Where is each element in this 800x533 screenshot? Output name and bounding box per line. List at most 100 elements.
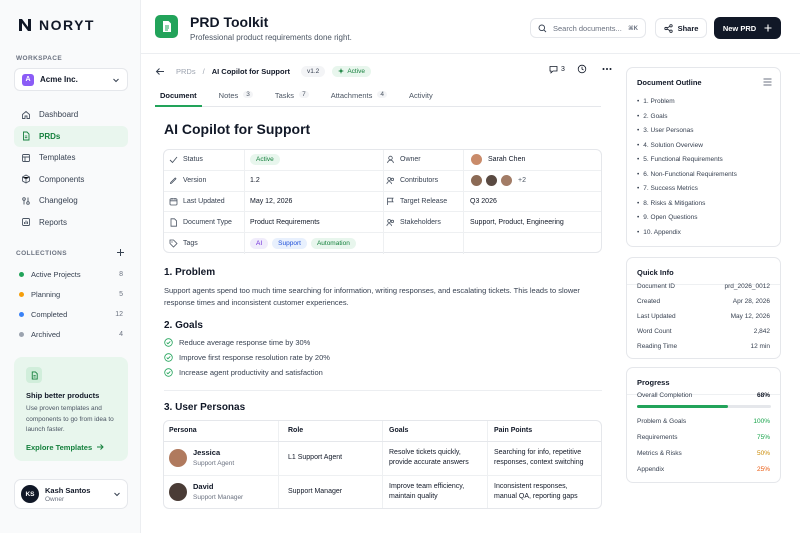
collection-item[interactable]: Archived 4	[14, 324, 128, 344]
persona-name: David	[193, 481, 214, 491]
collection-item[interactable]: Active Projects 8	[14, 264, 128, 284]
outline-item[interactable]: • 5. Functional Requirements	[637, 156, 723, 163]
tab-notes[interactable]: Notes 3	[214, 88, 258, 107]
persona-subtitle: Support Agent	[193, 459, 235, 467]
search-input[interactable]: Search documents... ⌘K	[530, 18, 646, 38]
tag-chip[interactable]: AI	[250, 238, 269, 250]
sidebar-item-reports[interactable]: Reports	[14, 212, 128, 234]
add-collection-icon[interactable]	[116, 248, 125, 257]
share-button[interactable]: Share	[655, 18, 707, 38]
users-icon	[386, 176, 395, 185]
document-icon	[169, 218, 178, 227]
flag-icon	[386, 197, 395, 206]
outline-label: 8. Risks & Mitigations	[643, 199, 706, 207]
outline-label: 6. Non-Functional Requirements	[643, 170, 737, 178]
more-icon[interactable]	[602, 67, 612, 71]
goals-heading: 2. Goals	[164, 320, 203, 331]
user-menu[interactable]: KS Kash Santos Owner	[14, 479, 128, 509]
collection-count: 5	[119, 290, 123, 298]
share-label: Share	[677, 23, 699, 33]
outline-item[interactable]: • 10. Appendix	[637, 229, 681, 236]
document-outline-panel: Document Outline • 1. Problem • 2. Goals •…	[626, 67, 781, 247]
status-badge[interactable]: Active	[250, 154, 280, 166]
sidebar-item-changelog[interactable]: Changelog	[14, 190, 128, 212]
sidebar-item-templates[interactable]: Templates	[14, 147, 128, 169]
progress-label: Metrics & Risks	[637, 450, 682, 457]
persona-pain-points: Inconsistent responses,	[494, 483, 568, 491]
tab-activity[interactable]: Activity	[404, 88, 438, 107]
property-row: Version 1.2 Contributors +2	[164, 171, 601, 192]
table-row[interactable]: David Support Manager Support Manager Imp…	[164, 476, 601, 509]
outline-item[interactable]: • 4. Solution Overview	[637, 142, 703, 149]
table-row[interactable]: Jessica Support Agent L1 Support Agent Re…	[164, 442, 601, 476]
goal-text: Improve first response resolution rate b…	[179, 353, 330, 362]
promo-title: Ship better products	[26, 391, 100, 400]
owner-property: Owner	[386, 150, 421, 170]
progress-label: Requirements	[637, 434, 678, 441]
tab-count: 4	[377, 91, 387, 98]
workspace-selector[interactable]: A Acme Inc.	[14, 68, 128, 91]
info-row: Created Apr 28, 2026	[637, 298, 770, 305]
type-property: Document Type	[169, 212, 232, 232]
tab-label: Notes	[218, 91, 239, 100]
owner-value[interactable]: Sarah Chen	[470, 150, 525, 170]
sidebar-item-dashboard[interactable]: Dashboard	[14, 104, 128, 126]
sidebar-item-components[interactable]: Components	[14, 169, 128, 191]
progress-value: 68%	[756, 392, 770, 399]
progress-bar-fill	[637, 405, 729, 408]
brand-logo[interactable]: NORYT	[18, 17, 95, 33]
status-label: Active	[347, 67, 366, 75]
sidebar-item-label: PRDs	[39, 131, 61, 141]
users-icon	[386, 218, 395, 227]
property-row: Status Active Owner Sarah Chen	[164, 150, 601, 171]
progress-label: Overall Completion	[637, 392, 693, 399]
list-icon[interactable]	[763, 78, 772, 86]
comment-count: 3	[561, 65, 565, 73]
tab-tasks[interactable]: Tasks 7	[270, 88, 314, 107]
tag-chip[interactable]: Automation	[310, 238, 356, 250]
explore-templates-link[interactable]: Explore Templates	[26, 443, 116, 452]
column-header: Goals	[389, 427, 409, 434]
tab-attachments[interactable]: Attachments 4	[326, 88, 392, 107]
logo-mark-icon	[18, 18, 32, 32]
back-arrow-icon[interactable]	[155, 67, 165, 76]
goal-item: Reduce average response time by 30%	[164, 338, 310, 347]
property-label: Status	[183, 156, 203, 164]
check-circle-icon	[164, 338, 173, 347]
sparkle-icon	[338, 68, 345, 74]
tab-document[interactable]: Document	[155, 88, 202, 107]
tab-count: 7	[299, 91, 309, 98]
comments-button[interactable]: 3	[549, 65, 565, 74]
tab-label: Activity	[409, 91, 433, 100]
persona-goals: maintain quality	[389, 493, 438, 501]
history-icon[interactable]	[577, 64, 587, 74]
new-prd-button[interactable]: New PRD	[714, 17, 781, 39]
outline-item[interactable]: • 3. User Personas	[637, 127, 694, 134]
persona-pain-points: Searching for info, repetitive	[494, 449, 582, 457]
outline-item[interactable]: • 1. Problem	[637, 98, 675, 105]
document-icon	[26, 367, 42, 383]
sidebar-item-prds[interactable]: PRDs	[14, 125, 128, 147]
edit-icon	[169, 176, 178, 185]
tag-chip[interactable]: Support	[272, 238, 307, 250]
status-dot	[19, 291, 24, 297]
info-label: Last Updated	[637, 313, 676, 320]
info-row: Last Updated May 12, 2026	[637, 313, 770, 320]
progress-value: 25%	[756, 466, 770, 473]
outline-item[interactable]: • 9. Open Questions	[637, 214, 697, 221]
outline-item[interactable]: • 2. Goals	[637, 113, 668, 120]
outline-item[interactable]: • 7. Success Metrics	[637, 185, 698, 192]
outline-item[interactable]: • 8. Risks & Mitigations	[637, 200, 705, 207]
brand-name: NORYT	[39, 17, 95, 33]
collection-item[interactable]: Planning 5	[14, 284, 128, 304]
workspace-badge: A	[22, 73, 34, 86]
breadcrumb-parent[interactable]: PRDs	[176, 67, 196, 76]
version-value: 1.2	[250, 177, 260, 185]
info-label: Reading Time	[637, 343, 678, 350]
progress-value: 100%	[753, 418, 770, 425]
contributors-value[interactable]: +2	[470, 171, 526, 191]
status-dot	[19, 271, 24, 277]
collection-item[interactable]: Completed 12	[14, 304, 128, 324]
sidebar: NORYT WORKSPACE A Acme Inc. Dashboard PR…	[0, 0, 141, 533]
outline-item[interactable]: • 6. Non-Functional Requirements	[637, 171, 737, 178]
